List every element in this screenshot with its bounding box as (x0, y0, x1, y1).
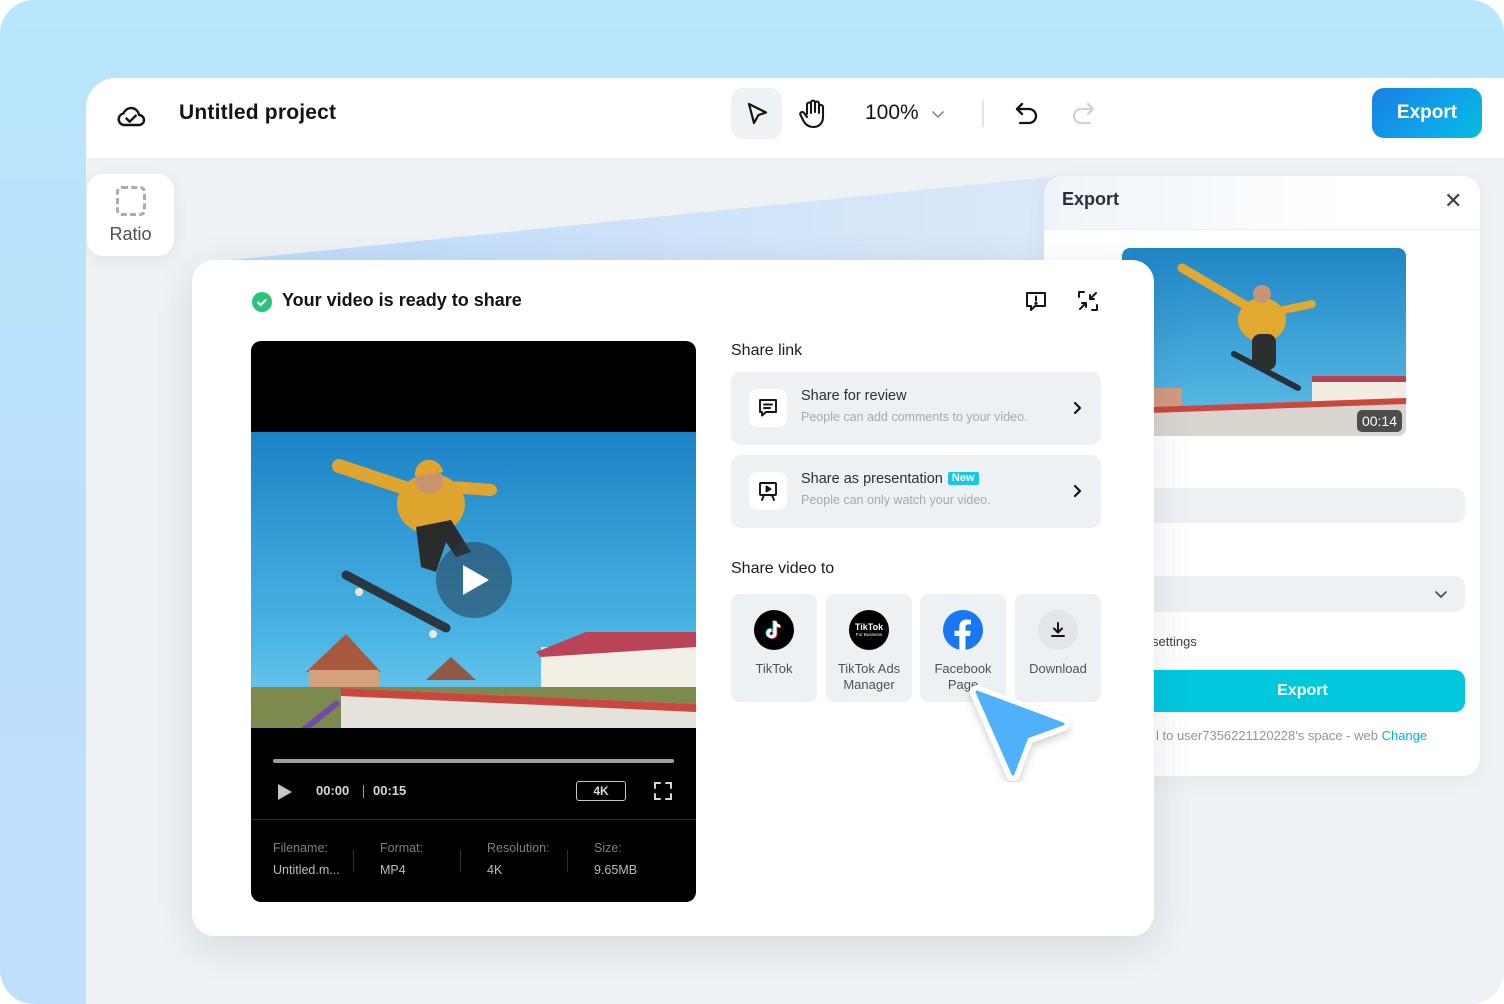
panel-export-button[interactable]: Export (1140, 670, 1465, 712)
feedback-icon[interactable] (1024, 289, 1048, 313)
cloud-saved-icon[interactable] (115, 100, 147, 132)
save-location-text: l to user7356221120228's space - web (1156, 728, 1378, 743)
destination-label: TikTok Ads Manager (837, 661, 901, 692)
export-thumbnail: 00:14 (1122, 248, 1406, 436)
share-as-presentation-card[interactable]: Share as presentation New People can only… (731, 455, 1101, 528)
current-time: 00:00 (316, 783, 350, 798)
chevron-right-icon (1073, 401, 1082, 415)
top-bar: Untitled project 100% Export (86, 78, 1504, 158)
destination-label: TikTok (755, 661, 793, 676)
chevron-right-icon (1073, 484, 1082, 498)
export-button[interactable]: Export (1372, 88, 1482, 138)
meta-resolution: Resolution: 4K (487, 841, 550, 877)
chevron-down-icon (1435, 591, 1447, 599)
comment-icon (749, 389, 787, 427)
undo-icon[interactable] (1013, 99, 1041, 129)
chevron-down-icon[interactable] (930, 106, 946, 122)
play-icon[interactable] (277, 783, 293, 801)
share-card-subtitle: People can add comments to your video. (801, 410, 1028, 424)
success-check-icon (252, 292, 272, 312)
modal-title: Your video is ready to share (282, 290, 522, 310)
ratio-button[interactable]: Ratio (87, 174, 174, 256)
tiktok-icon (754, 610, 794, 650)
share-link-heading: Share link (731, 342, 803, 359)
tiktok-business-text: TikTok (854, 621, 884, 632)
presentation-icon (749, 472, 787, 510)
share-card-title-text: Share as presentation (801, 471, 943, 487)
export-panel-header: Export ✕ (1044, 176, 1480, 230)
export-settings-select[interactable] (1140, 576, 1465, 612)
destination-label: Download (1029, 661, 1087, 676)
settings-label: settings (1152, 634, 1197, 649)
share-for-review-card[interactable]: Share for review People can add comments… (731, 372, 1101, 445)
share-card-title: Share as presentation New (801, 471, 979, 487)
download-icon (1038, 610, 1078, 650)
share-card-subtitle: People can only watch your video. (801, 493, 991, 507)
background: Untitled project 100% Export Ratio Expor… (0, 0, 1504, 1004)
ratio-label: Ratio (109, 223, 152, 244)
share-card-title: Share for review (801, 388, 907, 404)
toolbar-divider (982, 100, 984, 127)
project-title[interactable]: Untitled project (179, 101, 336, 125)
new-badge: New (947, 472, 979, 485)
pointer-icon (747, 102, 767, 124)
facebook-icon (943, 610, 983, 650)
meta-label: Filename: (273, 841, 328, 855)
meta-format: Format: MP4 (380, 841, 423, 877)
play-icon (463, 565, 489, 595)
redo-icon[interactable] (1069, 99, 1097, 129)
close-icon[interactable]: ✕ (1444, 188, 1462, 214)
ratio-icon (115, 185, 146, 216)
zoom-level-dropdown[interactable]: 100% (865, 101, 919, 125)
hand-tool-icon[interactable] (798, 98, 828, 130)
meta-divider (251, 819, 696, 820)
quality-badge[interactable]: 4K (576, 781, 626, 801)
share-modal: Your video is ready to share 00:00 00:15… (192, 260, 1154, 936)
meta-separator (460, 850, 461, 872)
meta-filename: Filename: Untitled.m... (273, 841, 340, 877)
save-location-note: l to user7356221120228's space - web Cha… (1156, 728, 1427, 743)
total-time: 00:15 (373, 783, 407, 798)
play-overlay-button[interactable] (436, 542, 512, 618)
meta-size: Size: 9.65MB (594, 841, 637, 877)
thumbnail-duration: 00:14 (1356, 410, 1402, 432)
mouse-cursor-icon (970, 685, 1070, 781)
collapse-icon[interactable] (1076, 289, 1100, 313)
meta-value: 9.65MB (594, 863, 638, 877)
share-video-heading: Share video to (731, 560, 835, 577)
meta-value: 4K (487, 863, 503, 877)
tiktok-business-subtext: For Business (855, 631, 883, 637)
destination-tiktok-ads-manager[interactable]: TikTok For Business TikTok Ads Manager (826, 594, 912, 702)
time-separator (363, 785, 364, 798)
fullscreen-icon[interactable] (653, 781, 673, 801)
meta-value: Untitled.m... (273, 863, 340, 877)
meta-value: MP4 (380, 863, 406, 877)
tiktok-business-icon: TikTok For Business (849, 610, 889, 650)
skateboarder-image (1122, 248, 1406, 436)
change-link[interactable]: Change (1382, 728, 1428, 743)
video-player[interactable]: 00:00 00:15 4K Filename: Untitled.m... F… (251, 341, 696, 902)
select-tool-button[interactable] (731, 88, 782, 139)
export-panel-title: Export (1062, 189, 1120, 209)
meta-label: Resolution: (487, 841, 550, 855)
meta-label: Format: (380, 841, 424, 855)
meta-separator (353, 850, 354, 872)
export-name-field[interactable] (1140, 488, 1465, 523)
progress-bar[interactable] (273, 759, 674, 763)
meta-separator (567, 850, 568, 872)
meta-label: Size: (594, 841, 622, 855)
destination-tiktok[interactable]: TikTok (731, 594, 817, 702)
